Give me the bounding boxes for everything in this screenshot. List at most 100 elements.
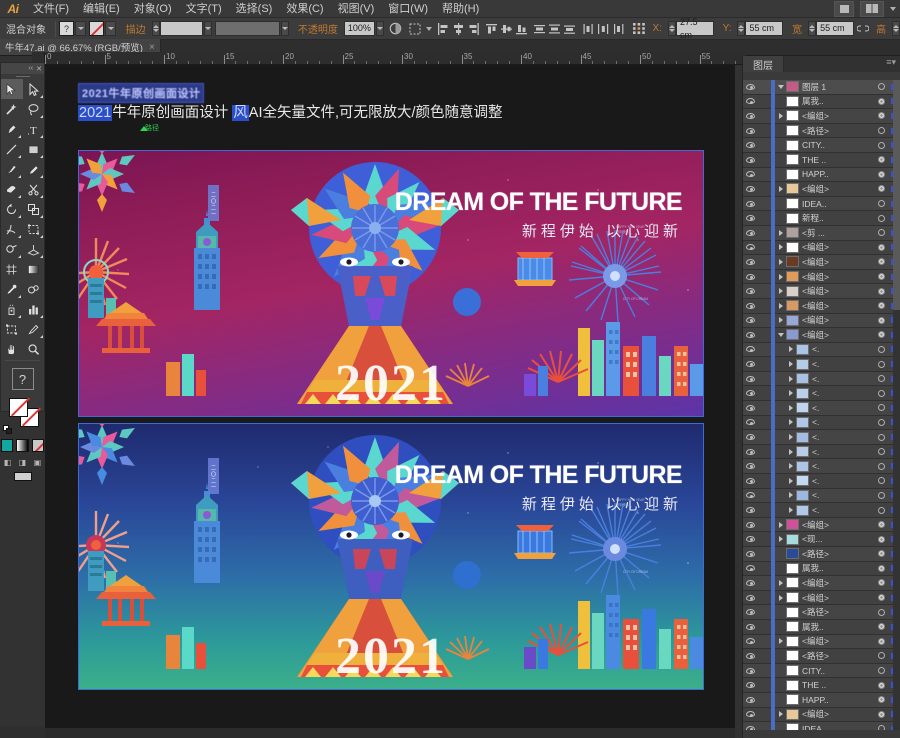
layer-name[interactable]: <编组> — [802, 285, 875, 297]
disclosure-toggle[interactable] — [775, 536, 786, 543]
transparency-icon[interactable] — [389, 21, 402, 37]
layer-row[interactable]: 属我.. — [743, 94, 900, 110]
horizontal-scrollbar[interactable] — [45, 728, 735, 738]
visibility-toggle[interactable] — [743, 623, 758, 630]
layer-row[interactable]: <路径> — [743, 123, 900, 139]
disclosure-toggle[interactable] — [785, 404, 796, 411]
y-stepper[interactable] — [737, 21, 746, 36]
visibility-toggle[interactable] — [743, 434, 758, 441]
menu-type[interactable]: 文字(T) — [179, 0, 229, 18]
workspace-switcher-icon[interactable] — [860, 0, 884, 17]
visibility-toggle[interactable] — [743, 696, 758, 703]
fill-swatch[interactable] — [9, 398, 28, 417]
target-toggle[interactable] — [875, 360, 888, 368]
layers-list[interactable]: 图层 1 属我.. <编组> <路径> CITY.. THE .. HAPP.. <编组> ID… — [743, 80, 900, 730]
layer-row[interactable]: 新程.. — [743, 210, 900, 226]
selection-tool[interactable] — [1, 79, 23, 99]
disclosure-toggle[interactable] — [785, 375, 796, 382]
visibility-toggle[interactable] — [743, 215, 758, 222]
magic-wand-tool[interactable] — [1, 99, 23, 119]
visibility-toggle[interactable] — [743, 200, 758, 207]
menu-edit[interactable]: 编辑(E) — [76, 0, 127, 18]
visibility-toggle[interactable] — [743, 521, 758, 528]
layer-name[interactable]: <编组> — [802, 635, 875, 647]
layer-row[interactable]: IDEA.. — [743, 196, 900, 212]
disclosure-toggle[interactable] — [775, 185, 786, 192]
column-graph-tool[interactable] — [23, 299, 45, 319]
layer-row[interactable]: <. — [743, 415, 900, 431]
eyedropper-tool[interactable] — [1, 279, 23, 299]
visibility-toggle[interactable] — [743, 171, 758, 178]
select-similar-icon[interactable] — [409, 21, 422, 37]
layer-row[interactable]: <编组> — [743, 240, 900, 256]
symbol-sprayer-tool[interactable] — [1, 299, 23, 319]
visibility-toggle[interactable] — [743, 361, 758, 368]
layer-name[interactable]: <编组> — [802, 300, 875, 312]
color-swatch-icon[interactable] — [1, 439, 14, 452]
layer-name[interactable]: <编组> — [802, 577, 875, 589]
screen-mode-icon[interactable] — [13, 472, 32, 481]
layer-row[interactable]: CITY.. — [743, 663, 900, 679]
stroke-weight-dropdown-icon[interactable] — [203, 21, 212, 36]
disclosure-toggle[interactable] — [775, 302, 786, 309]
x-field[interactable]: 27.5 cm — [676, 17, 714, 40]
align-center-h-icon[interactable] — [452, 21, 465, 37]
layer-name[interactable]: <. — [812, 490, 875, 500]
visibility-toggle[interactable] — [743, 492, 758, 499]
target-toggle[interactable] — [875, 83, 888, 91]
chevron-down-icon[interactable] — [890, 6, 896, 11]
disclosure-toggle[interactable] — [785, 361, 796, 368]
layer-row[interactable]: CITY.. — [743, 137, 900, 153]
target-toggle[interactable] — [875, 127, 888, 135]
disclosure-toggle[interactable] — [785, 477, 796, 484]
layer-row[interactable]: <编组> — [743, 254, 900, 270]
link-proportions-icon[interactable] — [857, 21, 870, 37]
visibility-toggle[interactable] — [743, 142, 758, 149]
stroke-dropdown-icon[interactable] — [105, 21, 117, 36]
layer-row[interactable]: <. — [743, 488, 900, 504]
visibility-toggle[interactable] — [743, 375, 758, 382]
stroke-weight-field[interactable] — [159, 21, 203, 36]
layer-name[interactable]: CITY.. — [802, 140, 875, 150]
target-toggle[interactable] — [875, 667, 888, 675]
tab-layers[interactable]: 图层 — [743, 56, 784, 72]
layer-row[interactable]: <编组> — [743, 575, 900, 591]
layer-row[interactable]: <编组> — [743, 327, 900, 343]
visibility-toggle[interactable] — [743, 273, 758, 280]
shape-builder-tool[interactable] — [1, 239, 23, 259]
x-stepper[interactable] — [668, 21, 676, 36]
visibility-toggle[interactable] — [743, 565, 758, 572]
target-toggle[interactable] — [875, 725, 888, 730]
disclosure-toggle[interactable] — [775, 288, 786, 295]
menu-effect[interactable]: 效果(C) — [279, 0, 330, 18]
target-toggle[interactable] — [875, 652, 888, 660]
target-toggle[interactable] — [875, 623, 888, 631]
rectangle-tool[interactable] — [23, 139, 45, 159]
fill-color-control[interactable]: ? — [59, 21, 86, 36]
layer-name[interactable]: 图层 1 — [802, 81, 875, 93]
layer-row[interactable]: <. — [743, 502, 900, 518]
target-toggle[interactable] — [875, 273, 888, 281]
select-similar-chevron-icon[interactable] — [425, 26, 432, 31]
target-toggle[interactable] — [875, 170, 888, 178]
disclosure-toggle[interactable] — [775, 594, 786, 601]
visibility-toggle[interactable] — [743, 404, 758, 411]
visibility-toggle[interactable] — [743, 448, 758, 455]
layer-row[interactable]: <. — [743, 400, 900, 416]
width-stepper[interactable] — [808, 21, 817, 36]
target-toggle[interactable] — [875, 287, 888, 295]
visibility-toggle[interactable] — [743, 477, 758, 484]
layers-scrollbar-thumb[interactable] — [893, 80, 900, 310]
layer-name[interactable]: <路径> — [802, 606, 875, 618]
layer-row[interactable]: <. — [743, 473, 900, 489]
reference-point-icon[interactable] — [632, 21, 646, 37]
stroke-profile-dropdown-icon[interactable] — [280, 21, 289, 36]
layer-name[interactable]: <. — [812, 432, 875, 442]
none-swatch-icon[interactable] — [31, 439, 44, 452]
draw-behind-icon[interactable]: ◨ — [17, 457, 28, 468]
stroke-color-control[interactable] — [89, 21, 117, 36]
layer-name[interactable]: <路径> — [802, 125, 875, 137]
line-segment-tool[interactable] — [1, 139, 23, 159]
disclosure-toggle[interactable] — [775, 112, 786, 119]
visibility-toggle[interactable] — [743, 579, 758, 586]
